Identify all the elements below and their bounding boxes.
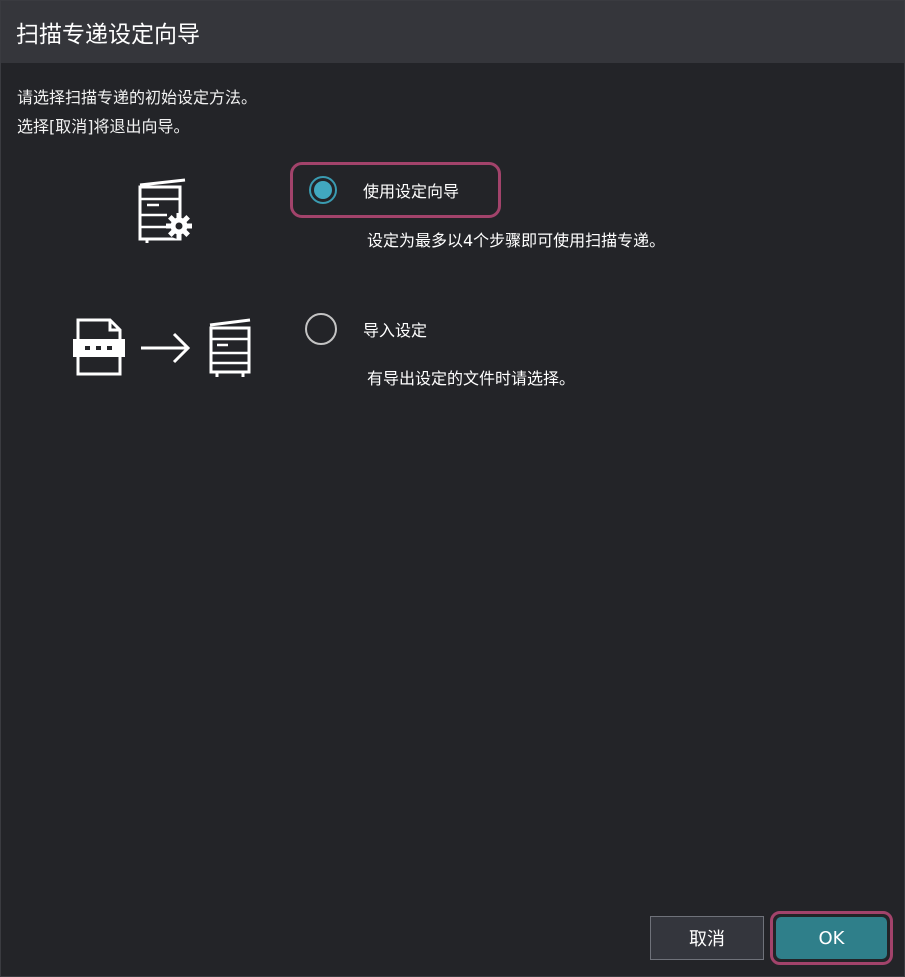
printer-settings-icon: [137, 177, 199, 245]
file-to-printer-icon: [72, 317, 256, 379]
intro-line-1: 请选择扫描专递的初始设定方法。: [17, 88, 258, 107]
option-import-settings-description: 有导出设定的文件时请选择。: [367, 369, 576, 388]
scan-delivery-wizard-dialog: 扫描专递设定向导 请选择扫描专递的初始设定方法。 选择[取消]将退出向导。 使用…: [0, 0, 905, 977]
intro-text: 请选择扫描专递的初始设定方法。 选择[取消]将退出向导。: [17, 83, 257, 141]
ok-button-focus-ring: OK: [770, 911, 893, 965]
dialog-title: 扫描专递设定向导: [16, 22, 200, 48]
radio-use-wizard[interactable]: [309, 176, 337, 204]
option-use-wizard-label: 使用设定向导: [363, 182, 460, 201]
radio-selected-dot: [314, 181, 332, 199]
option-import-settings-label: 导入设定: [363, 321, 428, 340]
option-import-settings[interactable]: 导入设定: [305, 313, 428, 345]
option-use-wizard[interactable]: 使用设定向导: [290, 162, 501, 218]
radio-import-settings[interactable]: [305, 313, 337, 345]
dialog-titlebar: 扫描专递设定向导: [1, 1, 904, 63]
intro-line-2: 选择[取消]将退出向导。: [17, 117, 190, 136]
ok-button[interactable]: OK: [776, 917, 887, 959]
option-use-wizard-description: 设定为最多以4个步骤即可使用扫描专递。: [367, 231, 666, 250]
cancel-button[interactable]: 取消: [650, 916, 764, 960]
